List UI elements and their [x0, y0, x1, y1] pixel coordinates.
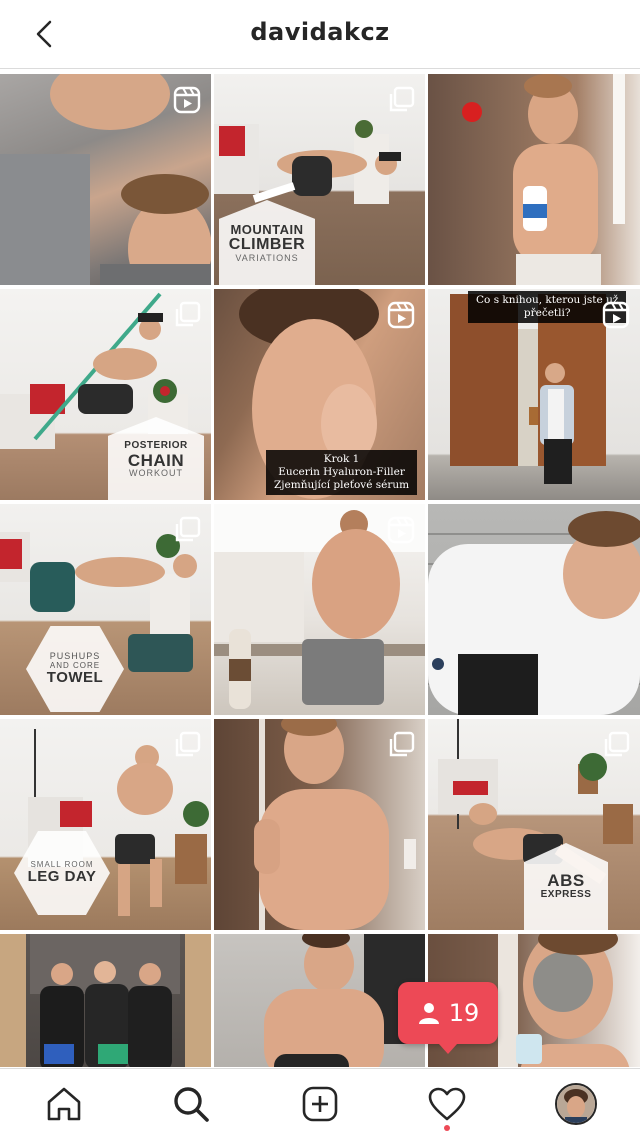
- tab-new-post[interactable]: [295, 1079, 345, 1129]
- post-tile[interactable]: SMALL ROOM LEG DAY: [0, 719, 211, 930]
- search-icon: [174, 1087, 209, 1122]
- profile-username: davidakcz: [250, 18, 390, 46]
- post-tile[interactable]: [0, 74, 211, 285]
- multiple-posts-icon: [604, 731, 630, 757]
- post-tile[interactable]: MOUNTAIN CLIMBER VARIATIONS: [214, 74, 425, 285]
- reels-icon: [602, 301, 630, 329]
- person-icon: [418, 1003, 439, 1024]
- post-tile[interactable]: POSTERIOR CHAIN WORKOUT: [0, 289, 211, 500]
- tab-search[interactable]: [166, 1079, 216, 1129]
- home-icon: [47, 1087, 81, 1121]
- multiple-posts-icon: [175, 731, 201, 757]
- multiple-posts-icon: [175, 516, 201, 542]
- post-thumbnail: [264, 934, 425, 1067]
- post-tile[interactable]: [428, 74, 640, 285]
- reels-icon: [387, 516, 415, 544]
- top-header: davidakcz: [0, 0, 640, 69]
- post-tile[interactable]: ABS EXPRESS: [428, 719, 640, 930]
- notification-count: 19: [448, 999, 480, 1027]
- tab-activity[interactable]: [422, 1079, 472, 1129]
- post-thumbnail: [462, 74, 625, 285]
- bottom-tab-bar: [0, 1068, 640, 1139]
- reels-icon: [387, 301, 415, 329]
- new-post-icon: [302, 1086, 338, 1122]
- tab-home[interactable]: [39, 1079, 89, 1129]
- multiple-posts-icon: [175, 301, 201, 327]
- post-thumbnail: [428, 511, 640, 715]
- post-tile[interactable]: [428, 504, 640, 715]
- multiple-posts-icon: [389, 731, 415, 757]
- post-tile[interactable]: [214, 934, 425, 1067]
- post-tile[interactable]: Co s knihou, kterou jste už přečetli?: [428, 289, 640, 500]
- post-tile[interactable]: [0, 934, 211, 1067]
- post-tile[interactable]: Krok 1 Eucerin Hyaluron-Filler Zjemňujíc…: [214, 289, 425, 500]
- post-tile[interactable]: PUSHUPS AND CORE TOWEL: [0, 504, 211, 715]
- tab-profile[interactable]: [551, 1079, 601, 1129]
- post-tile[interactable]: [214, 504, 425, 715]
- activity-indicator-dot: [444, 1125, 450, 1131]
- post-grid: MOUNTAIN CLIMBER VARIATIONS POSTERIOR CH…: [0, 74, 640, 1067]
- post-tile[interactable]: [214, 719, 425, 930]
- post-caption: Krok 1 Eucerin Hyaluron-Filler Zjemňujíc…: [266, 450, 418, 496]
- notification-bubble[interactable]: 19: [398, 982, 498, 1054]
- reels-icon: [173, 86, 201, 114]
- multiple-posts-icon: [389, 86, 415, 112]
- activity-heart-icon: [428, 1087, 466, 1121]
- profile-avatar: [555, 1083, 597, 1125]
- post-thumbnail: [0, 934, 211, 1067]
